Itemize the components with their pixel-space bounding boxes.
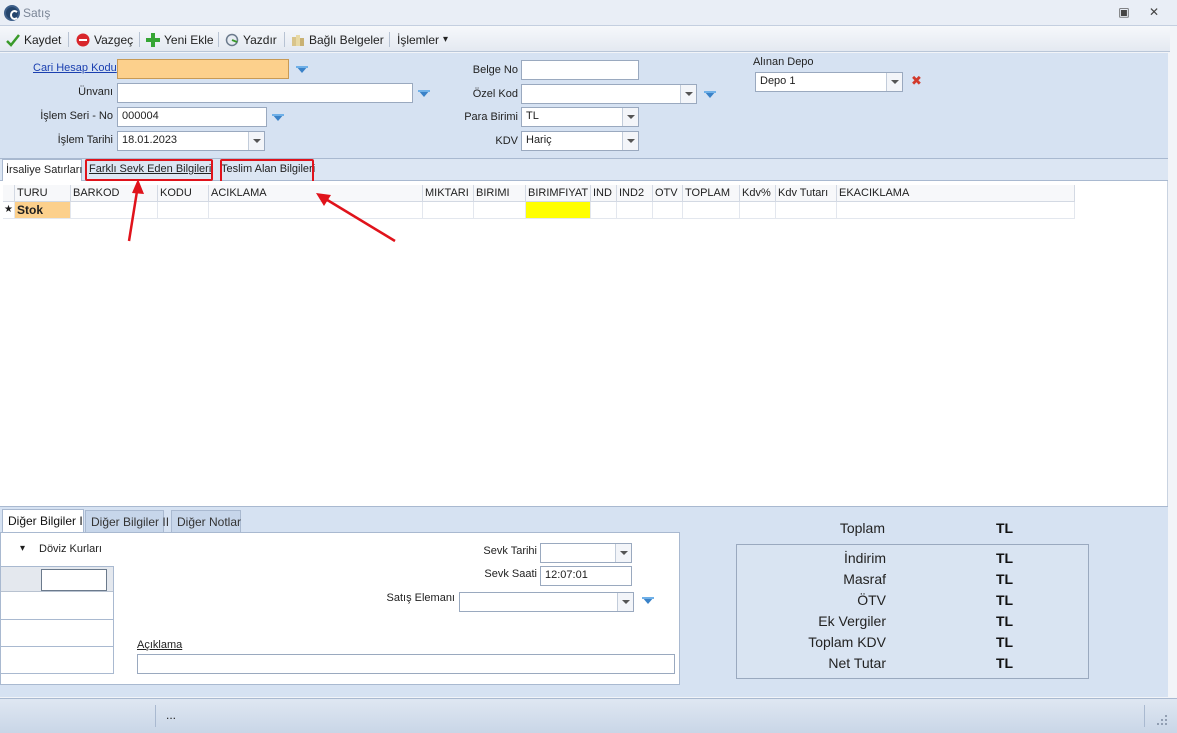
status-divider [155,705,156,727]
otv-label: ÖTV [857,592,886,608]
chevron-down-icon[interactable] [615,544,631,562]
tab-other-info-2[interactable]: Diğer Bilgiler II [85,510,169,532]
expense-label: Masraf [843,571,886,587]
ship-date-label: Sevk Tarihi [483,545,537,557]
chevron-down-icon[interactable] [617,593,633,611]
extra-tax-label: Ek Vergiler [818,613,886,629]
total-kdv-currency: TL [996,634,1014,650]
status-divider [1144,705,1145,727]
note-label: Açıklama [137,639,183,651]
salesperson-select[interactable] [459,592,634,612]
discount-label: İndirim [843,550,886,566]
ship-time-input[interactable]: 12:07:01 [540,566,632,586]
grid-line [1,646,113,647]
arrow-head [132,179,144,194]
fx-rate-input[interactable] [41,569,107,591]
ship-date-picker[interactable] [540,543,632,563]
tab-other-info-1[interactable]: Diğer Bilgiler I [2,509,84,533]
status-bar: ... [0,698,1177,733]
other-info-panel: ▾ Döviz Kurları Sevk Tarihi Sevk Saati 1… [0,532,680,685]
discount-currency: TL [996,550,1014,566]
net-total-currency: TL [996,655,1014,671]
fx-rates-label: Döviz Kurları [39,543,102,555]
ship-time-label: Sevk Saati [484,568,537,580]
arrow-line [127,184,140,242]
resize-grip-icon[interactable] [1156,714,1168,726]
arrow-line [323,196,396,243]
net-total-label: Net Tutar [828,655,886,671]
salesperson-label: Satış Elemanı [386,592,455,604]
extra-tax-currency: TL [996,613,1014,629]
grid-line [1,619,113,620]
total-currency: TL [996,520,1014,536]
otv-currency: TL [996,592,1014,608]
total-label: Toplam [839,520,885,536]
tab-other-notes[interactable]: Diğer Notlar [171,510,241,532]
fx-rates-grid [1,566,114,674]
note-input[interactable] [137,654,675,674]
status-ellipsis: ... [166,708,177,722]
totals-frame: İndirim TL Masraf TL ÖTV TL Ek Vergiler … [736,544,1089,679]
total-kdv-label: Toplam KDV [808,634,886,650]
filter-icon[interactable] [641,596,655,606]
chevron-down-icon[interactable]: ▾ [20,543,25,554]
expense-currency: TL [996,571,1014,587]
